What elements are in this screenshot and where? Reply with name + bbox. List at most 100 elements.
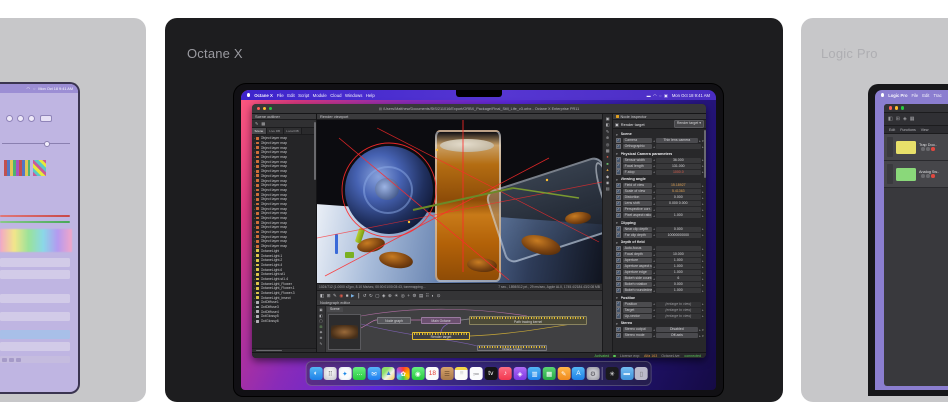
side-tool-icon[interactable]: ✎ (606, 130, 609, 134)
track-header-item[interactable]: View (921, 128, 929, 132)
disclosure-icon[interactable]: › (254, 225, 255, 229)
stepper-left-icon[interactable]: ◂ (653, 158, 654, 162)
dock-icon[interactable]: ✳ (606, 367, 619, 380)
parameter-value[interactable]: 0.000 (656, 195, 701, 200)
dock-icon[interactable]: ✦ (338, 367, 351, 380)
panel-button[interactable] (40, 115, 52, 122)
menubar-item[interactable]: File (912, 93, 919, 98)
side-tool-icon[interactable]: ◎ (606, 143, 609, 147)
panel-row[interactable] (0, 312, 70, 321)
carousel-card-next[interactable]: Logic Pro Logic Pro FileEditTrac (801, 18, 948, 402)
▤[interactable]: ▣ (664, 93, 668, 98)
parameter-value[interactable] (656, 246, 701, 251)
track-row[interactable]: Trap Doo.. (884, 134, 948, 161)
viewport-tool-icon[interactable]: ✎ (333, 291, 337, 300)
nodegraph-canvas[interactable]: ▣◧▢⊞◈⊕✎ Scene Node graph Main Octane Pat… (317, 306, 602, 352)
track-controls[interactable] (921, 174, 939, 178)
nodegraph-tool-icon[interactable]: ⊕ (319, 336, 322, 340)
parameter-value[interactable]: 0.000 0.000 (656, 201, 701, 206)
inspector-row[interactable]: ▼ ✓ Lens shift ◂ 0.000 0.000 ▸ ▾ (613, 201, 706, 207)
disclosure-icon[interactable]: › (254, 254, 255, 258)
dock-icon[interactable]: ✎ (557, 367, 570, 380)
stepper-left-icon[interactable]: ◂ (653, 277, 654, 281)
parameter-value[interactable]: (enlarge to view) (656, 314, 701, 319)
inspector-row[interactable]: ▼ ✓ Sensor width ◂ 36.000 ▸ ▾ (613, 157, 706, 163)
dock-icon[interactable]: ≡ (455, 367, 468, 380)
menubar-item[interactable]: Script (298, 93, 309, 98)
checkbox[interactable]: ✓ (616, 313, 622, 319)
checkbox[interactable]: ✓ (616, 169, 622, 175)
grid-icon[interactable]: ▦ (261, 121, 265, 126)
dock-icon[interactable]: ◐ (309, 367, 322, 380)
disclosure-icon[interactable]: › (254, 296, 255, 300)
parameter-value[interactable]: 1.000 (656, 213, 701, 218)
viewport-tool-icon[interactable]: ◈ (382, 291, 385, 300)
menubar-item[interactable]: Help (366, 93, 375, 98)
disclosure-icon[interactable]: › (254, 193, 255, 197)
disclosure-icon[interactable]: › (254, 244, 255, 248)
nodegraph-tool-icon[interactable]: ▢ (319, 319, 322, 323)
render-output-node[interactable]: Octane render (477, 345, 547, 351)
checkbox[interactable]: ✓ (616, 144, 622, 150)
parameter-value[interactable]: (enlarge to view) (656, 308, 701, 313)
parameter-value[interactable]: 36.000 (656, 158, 701, 163)
nodegraph-tool-icon[interactable]: ◈ (320, 330, 323, 334)
disclosure-icon[interactable]: › (254, 310, 255, 314)
dock-icon[interactable]: ✿ (397, 367, 410, 380)
menubar-item[interactable]: Edit (922, 93, 929, 98)
checkbox[interactable]: ✓ (616, 138, 622, 144)
stepper-right-icon[interactable]: ▸ (702, 265, 703, 269)
disclosure-icon[interactable]: › (254, 150, 255, 154)
stepper-left-icon[interactable]: ◂ (653, 314, 654, 318)
checkbox[interactable]: ✓ (616, 288, 622, 294)
parameter-value[interactable]: 1.000 (656, 258, 701, 263)
inspector-row[interactable]: ▼ ✓ Auto-focus ◂ ▸ ▾ (613, 246, 706, 252)
stepper-left-icon[interactable]: ◂ (653, 265, 654, 269)
stepper-right-icon[interactable]: ▸ (702, 214, 703, 218)
▤[interactable]: ◠ (653, 93, 657, 98)
inspector-row[interactable]: ▼ ✓ Pixel aspect ratio ◂ 1.000 ▸ ▾ (613, 213, 706, 219)
dock-icon[interactable]: A (572, 367, 585, 380)
stepper-left-icon[interactable]: ◂ (653, 196, 654, 200)
viewport-tool-icon[interactable]: ☀ (394, 291, 398, 300)
viewport-tool-icon[interactable]: ◎ (401, 291, 405, 300)
render-target-node[interactable]: Render target (412, 332, 470, 340)
main-octane-node[interactable]: Main Octane (421, 317, 461, 324)
nodegraph-tool-icon[interactable]: ⊞ (319, 325, 322, 329)
side-tool-icon[interactable]: ◧ (606, 123, 610, 127)
stepper-left-icon[interactable]: ◂ (653, 328, 654, 332)
parameter-value[interactable]: 10000000000 (656, 233, 701, 238)
disclosure-icon[interactable]: › (254, 136, 255, 140)
stepper-left-icon[interactable]: ◂ (653, 233, 654, 237)
section-triangle-icon[interactable]: ▼ (616, 221, 620, 225)
inspector-row[interactable]: ▼ ✓ Field of view ◂ 15.18927 ▸ ▾ (613, 183, 706, 189)
section-triangle-icon[interactable]: ▼ (616, 152, 620, 156)
stepper-left-icon[interactable]: ◂ (653, 145, 654, 149)
stepper-right-icon[interactable]: ▸ (702, 202, 703, 206)
parameter-value[interactable]: Off-axis (656, 333, 698, 338)
side-tool-icon[interactable]: ▦ (606, 149, 610, 153)
disclosure-icon[interactable]: › (254, 221, 255, 225)
disclosure-icon[interactable]: › (254, 188, 255, 192)
stepper-right-icon[interactable]: ▸ (702, 184, 703, 188)
inspector-row[interactable]: ▼ ✓ Distortion ◂ 0.000 ▸ ▾ (613, 195, 706, 201)
menubar-item[interactable]: Cloud (330, 93, 341, 98)
parameter-value[interactable]: Thin lens camera (656, 138, 698, 143)
dock-icon[interactable]: ▦ (543, 367, 556, 380)
apple-logo-icon[interactable] (247, 93, 250, 97)
dock-icon[interactable]: ≔ (470, 367, 483, 380)
disclosure-icon[interactable]: › (254, 179, 255, 183)
track-header-item[interactable]: Functions (900, 128, 916, 132)
stepper-right-icon[interactable]: ▸ (702, 308, 703, 312)
dock-icon[interactable]: ♪ (499, 367, 512, 380)
minimize-button[interactable] (895, 106, 898, 109)
parameter-value[interactable]: 1.000 (656, 270, 701, 275)
checkbox[interactable]: ✓ (616, 163, 622, 169)
inspector-row[interactable]: ▼ ✓ Camera ◂ Thin lens camera ▸ ▾ (613, 138, 706, 144)
window-titlebar[interactable]: ▤ /Users/Matthew/Documents/StS/211016/Ex… (252, 104, 706, 114)
stepper-left-icon[interactable]: ◂ (653, 184, 654, 188)
stepper-right-icon[interactable]: ▸ (702, 289, 703, 293)
menubar-item[interactable]: Edit (287, 93, 294, 98)
disclosure-icon[interactable]: › (254, 263, 255, 267)
dock-icon[interactable]: tv (484, 367, 497, 380)
